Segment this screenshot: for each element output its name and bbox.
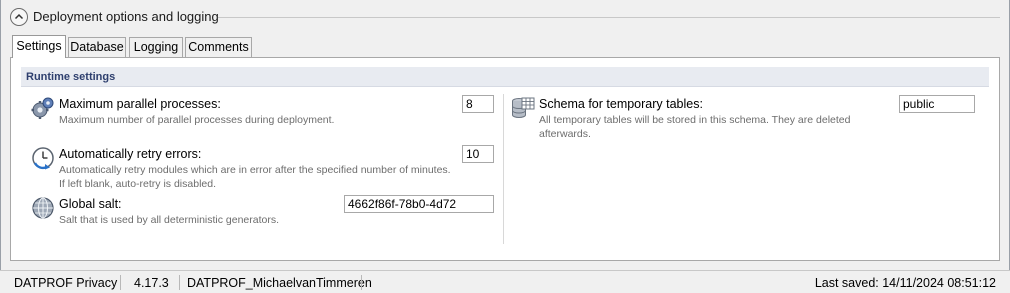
section-title: Deployment options and logging [33, 9, 219, 24]
setting-max-parallel: Maximum parallel processes: Maximum numb… [31, 96, 501, 130]
section-divider [218, 17, 1000, 18]
tab-logging[interactable]: Logging [129, 37, 183, 57]
tab-settings[interactable]: Settings [12, 35, 66, 58]
column-divider [503, 94, 504, 244]
status-version: 4.17.3 [134, 276, 169, 290]
status-product: DATPROF Privacy [14, 276, 118, 290]
retry-errors-description: Automatically retry modules which are in… [59, 163, 451, 191]
status-last-saved: Last saved: 14/11/2024 08:51:12 [814, 276, 996, 290]
window-left-border [0, 0, 1, 270]
globe-icon [32, 197, 54, 219]
status-project: DATPROF_MichaelvanTimmeren [187, 276, 372, 290]
max-parallel-input[interactable]: 8 [462, 95, 494, 113]
gears-icon [31, 97, 54, 119]
setting-temp-schema: Schema for temporary tables: All tempora… [511, 96, 871, 140]
runtime-settings-header: Runtime settings [21, 67, 989, 87]
status-separator [179, 275, 180, 290]
status-separator [120, 275, 121, 290]
database-table-icon [512, 97, 535, 118]
group-title: Runtime settings [26, 71, 116, 83]
settings-panel: Runtime settings Maximum parallel proces… [10, 57, 1000, 261]
global-salt-description: Salt that is used by all deterministic g… [59, 214, 280, 226]
max-parallel-title: Maximum parallel processes: [59, 97, 221, 111]
collapse-button[interactable] [10, 8, 28, 26]
clock-retry-icon [32, 147, 54, 170]
retry-minutes-input[interactable]: 10 [462, 145, 494, 163]
retry-description-line-2: If left blank, auto-retry is disabled. [59, 178, 216, 190]
tab-comments[interactable]: Comments [185, 37, 252, 57]
chevron-up-icon [14, 13, 24, 20]
global-salt-title: Global salt: [59, 197, 122, 211]
max-parallel-description: Maximum number of parallel processes dur… [59, 114, 335, 126]
schema-description-line-2: afterwards. [539, 128, 591, 140]
tab-database[interactable]: Database [68, 37, 126, 57]
retry-description-line-1: Automatically retry modules which are in… [59, 164, 451, 176]
global-salt-input[interactable]: 4662f86f-78b0-4d72 [344, 195, 494, 213]
temp-schema-description: All temporary tables will be stored in t… [539, 113, 850, 141]
temp-schema-input[interactable]: public [899, 95, 975, 113]
status-separator [361, 275, 362, 290]
retry-errors-title: Automatically retry errors: [59, 147, 202, 161]
setting-retry-errors: Automatically retry errors: Automaticall… [31, 146, 501, 190]
schema-description-line-1: All temporary tables will be stored in t… [539, 114, 851, 126]
temp-schema-title: Schema for temporary tables: [539, 97, 703, 111]
section-header: Deployment options and logging [10, 7, 1000, 27]
status-bar: DATPROF Privacy 4.17.3 DATPROF_Michaelva… [0, 270, 1010, 293]
